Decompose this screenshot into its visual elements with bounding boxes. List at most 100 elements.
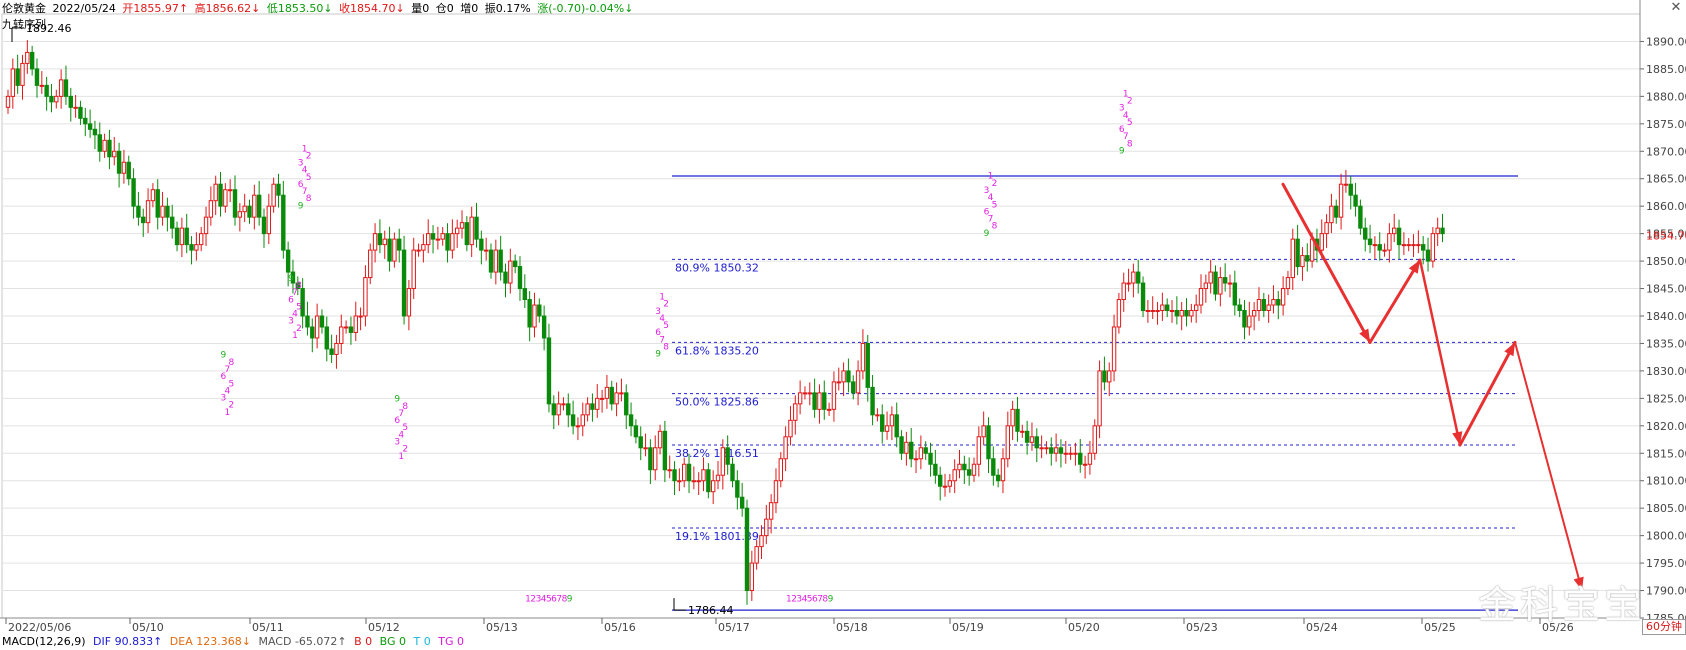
candle-body [382, 238, 387, 246]
close-icon[interactable]: ✕ [1669, 1, 1683, 15]
td-sequence-number: 8 [229, 358, 235, 368]
candle-body [329, 348, 334, 355]
candle-body [1358, 205, 1363, 229]
x-tick-label: 05/23 [1186, 621, 1218, 634]
td-sequence-number: 8 [402, 402, 408, 412]
candle-body [426, 233, 431, 246]
td-sequence-number: 5 [1127, 118, 1133, 128]
candle-body [1116, 299, 1122, 328]
candle-body [1425, 249, 1431, 262]
candle-body [672, 469, 677, 482]
candle-body [696, 480, 701, 483]
candle-body [923, 447, 928, 454]
candle-body [1102, 370, 1107, 383]
candle-body [889, 414, 895, 427]
fib-level-label: 80.9% 1850.32 [675, 261, 759, 274]
candle-body [928, 452, 933, 465]
forecast-arrow-head [1504, 342, 1515, 357]
y-tick-label: 1860.00 [1646, 200, 1686, 213]
candle-body [1000, 458, 1006, 482]
candle-body [121, 161, 127, 174]
forecast-arrow-segment [1514, 341, 1583, 592]
open-interest: 仓0 [435, 2, 454, 15]
candle-body [237, 211, 243, 218]
candle-body [1107, 370, 1112, 383]
candle-body [223, 189, 228, 207]
candle-body [865, 342, 870, 388]
candle-body [701, 469, 706, 482]
td-sequence-number: 9 [567, 595, 573, 605]
candle-body [904, 441, 909, 454]
candle-body [1261, 299, 1266, 312]
candle-body [981, 425, 986, 438]
candle-body [319, 315, 325, 328]
candle-body [464, 222, 470, 246]
candle-body [855, 370, 861, 394]
candle-body [271, 183, 276, 207]
candle-body [880, 414, 885, 432]
candle-body [503, 271, 508, 284]
candle-body [435, 238, 441, 241]
candle-body [459, 222, 465, 229]
candle-body [1193, 304, 1199, 312]
candle-body [87, 123, 93, 130]
candle-body [1251, 310, 1257, 317]
candle-body [310, 326, 315, 339]
y-tick-label: 1815.00 [1646, 447, 1686, 460]
td-sequence-number: 5 [306, 173, 312, 183]
candle-body [1029, 436, 1035, 443]
forecast-arrow-segment [1368, 258, 1422, 344]
candle-body [1150, 310, 1155, 313]
candle-body [706, 469, 711, 493]
candle-body [372, 233, 378, 251]
candle-body [232, 189, 238, 218]
td-sequence-number: 5 [402, 423, 408, 433]
candle-body [63, 79, 69, 97]
candle-body [1082, 463, 1088, 466]
watermark-logo: 金科宝宝 [1478, 583, 1647, 627]
candle-body [619, 392, 624, 395]
candle-body [5, 95, 11, 108]
candle-body [305, 315, 310, 328]
candle-body [966, 469, 972, 476]
candle-body [145, 200, 151, 224]
macd-name[interactable]: MACD(12,26,9) [2, 635, 86, 648]
candle-body [570, 414, 576, 427]
candle-body [1121, 282, 1126, 301]
candle-body [1334, 205, 1339, 218]
candle-body [126, 161, 131, 180]
candle-body [174, 227, 180, 246]
candle-body [1010, 408, 1015, 427]
candle-body [1068, 452, 1073, 455]
candle-body [759, 535, 764, 548]
quote-header: 伦敦黄金 2022/05/24 开1855.97↑ 高1856.62↓ 低185… [0, 0, 1642, 18]
y-tick-label: 1805.00 [1646, 502, 1686, 515]
candle-body [1044, 447, 1049, 450]
candle-body [817, 392, 822, 410]
candle-body [1160, 304, 1165, 312]
period-selector[interactable]: 60分钟 [1642, 619, 1686, 635]
candle-body [561, 403, 566, 406]
y-tick-label: 1820.00 [1646, 420, 1686, 433]
candle-body [1420, 244, 1426, 251]
td-sequence-number: 8 [992, 222, 998, 232]
td-sequence-number: 9 [288, 274, 294, 284]
candle-body [1049, 447, 1054, 454]
candle-body [1218, 277, 1223, 295]
y-tick-label: 1795.00 [1646, 557, 1686, 570]
indicator-name[interactable]: 九转序列 [2, 16, 46, 32]
y-tick-label: 1850.00 [1646, 255, 1686, 268]
candle-body [836, 381, 841, 384]
candle-body [971, 463, 977, 476]
candle-body [725, 447, 730, 465]
candle-body [430, 233, 436, 240]
x-tick-label: 05/16 [604, 621, 636, 634]
candle-body [1005, 425, 1011, 460]
candle-body [537, 304, 542, 317]
forecast-arrow-segment [1418, 258, 1462, 447]
td-sequence-number: 8 [1127, 139, 1133, 149]
y-tick-label: 1800.00 [1646, 530, 1686, 543]
candle-body [1338, 183, 1344, 218]
candle-body [454, 227, 460, 235]
candle-body [1392, 227, 1397, 235]
